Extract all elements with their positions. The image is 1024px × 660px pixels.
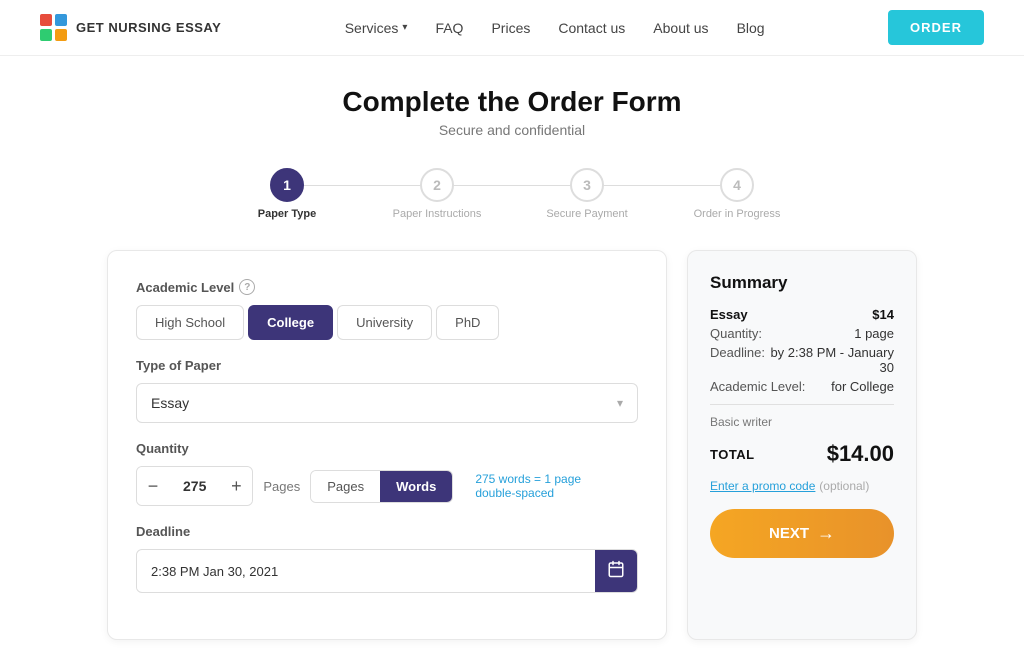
services-chevron-icon: ▾ [402, 22, 407, 33]
step-1: 1 Paper Type [212, 168, 362, 220]
page-title: Complete the Order Form [20, 86, 1004, 118]
paper-type-label: Type of Paper [136, 358, 638, 373]
level-college[interactable]: College [248, 305, 333, 340]
logo-icon [40, 14, 68, 42]
summary-qty-label: Quantity: [710, 326, 762, 341]
header: GET NURSING ESSAY Services ▾ FAQ Prices … [0, 0, 1024, 56]
deadline-input-wrap [136, 549, 638, 593]
level-high-school[interactable]: High School [136, 305, 244, 340]
qty-note-line1: 275 words = 1 page [475, 472, 581, 486]
step-label-2: Paper Instructions [393, 208, 482, 220]
logo-sq-red [40, 14, 52, 26]
step-4: 4 Order in Progress [662, 168, 812, 220]
level-university[interactable]: University [337, 305, 432, 340]
step-circle-2: 2 [420, 168, 454, 202]
quantity-control: − 275 + [136, 466, 253, 506]
step-label-3: Secure Payment [546, 208, 627, 220]
paper-type-field: Type of Paper Essay ▾ [136, 358, 638, 423]
nav-about[interactable]: About us [653, 20, 708, 36]
pages-label: Pages [263, 479, 300, 494]
calendar-icon [607, 560, 625, 583]
summary-level-value: for College [831, 379, 894, 394]
promo-optional-label: (optional) [819, 479, 869, 493]
nav-services[interactable]: Services ▾ [345, 20, 408, 36]
nav-contact[interactable]: Contact us [558, 20, 625, 36]
total-value: $14.00 [827, 441, 894, 467]
summary-essay-price: $14 [872, 307, 894, 322]
total-row: TOTAL $14.00 [710, 441, 894, 467]
paper-type-value: Essay [151, 395, 189, 411]
form-card: Academic Level ? High School College Uni… [107, 250, 667, 640]
next-arrow-icon: → [817, 523, 835, 544]
logo-text: GET NURSING ESSAY [76, 20, 221, 35]
step-label-1: Paper Type [258, 208, 317, 220]
logo-sq-green [40, 29, 52, 41]
main-nav: Services ▾ FAQ Prices Contact us About u… [345, 20, 765, 36]
academic-level-field: Academic Level ? High School College Uni… [136, 279, 638, 340]
nav-blog[interactable]: Blog [737, 20, 765, 36]
summary-level-label: Academic Level: [710, 379, 805, 394]
nav-prices[interactable]: Prices [491, 20, 530, 36]
logo-sq-yellow [55, 29, 67, 41]
logo: GET NURSING ESSAY [40, 14, 221, 42]
logo-sq-blue [55, 14, 67, 26]
quantity-field: Quantity − 275 + Pages Pages Words 275 w… [136, 441, 638, 506]
summary-qty-value: 1 page [854, 326, 894, 341]
quantity-value: 275 [169, 478, 220, 494]
paper-type-chevron-icon: ▾ [617, 396, 623, 410]
writer-note: Basic writer [710, 415, 894, 429]
stepper: 1 Paper Type 2 Paper Instructions 3 Secu… [212, 168, 812, 220]
summary-essay-label: Essay [710, 307, 748, 322]
next-button[interactable]: NEXT → [710, 509, 894, 558]
hero-subtitle: Secure and confidential [20, 122, 1004, 138]
summary-deadline-row: Deadline: by 2:38 PM - January 30 [710, 345, 894, 375]
hero-section: Complete the Order Form Secure and confi… [0, 56, 1024, 148]
step-2: 2 Paper Instructions [362, 168, 512, 220]
summary-title: Summary [710, 273, 894, 293]
step-circle-4: 4 [720, 168, 754, 202]
summary-deadline-label: Deadline: [710, 345, 765, 375]
quantity-label: Quantity [136, 441, 638, 456]
academic-level-group: High School College University PhD [136, 305, 638, 340]
deadline-calendar-button[interactable] [595, 550, 637, 592]
order-button[interactable]: ORDER [888, 10, 984, 45]
step-circle-1: 1 [270, 168, 304, 202]
nav-faq[interactable]: FAQ [435, 20, 463, 36]
summary-quantity-row: Quantity: 1 page [710, 326, 894, 341]
total-label: TOTAL [710, 447, 755, 462]
pages-toggle-button[interactable]: Pages [311, 471, 380, 502]
summary-card: Summary Essay $14 Quantity: 1 page Deadl… [687, 250, 917, 640]
qty-notes: 275 words = 1 page double-spaced [471, 472, 581, 500]
academic-level-help-icon[interactable]: ? [239, 279, 255, 295]
academic-level-label: Academic Level ? [136, 279, 638, 295]
qty-note-line2: double-spaced [475, 486, 581, 500]
words-toggle-button[interactable]: Words [380, 471, 452, 502]
quantity-row: − 275 + Pages Pages Words 275 words = 1 … [136, 466, 638, 506]
quantity-decrease-button[interactable]: − [137, 467, 169, 505]
deadline-input[interactable] [137, 553, 595, 590]
step-circle-3: 3 [570, 168, 604, 202]
summary-level-row: Academic Level: for College [710, 379, 894, 394]
main-content: Academic Level ? High School College Uni… [0, 230, 1024, 660]
step-label-4: Order in Progress [694, 208, 781, 220]
level-phd[interactable]: PhD [436, 305, 499, 340]
paper-type-select[interactable]: Essay ▾ [136, 383, 638, 423]
summary-essay-row: Essay $14 [710, 307, 894, 322]
deadline-label: Deadline [136, 524, 638, 539]
unit-toggle: Pages Words [310, 470, 453, 503]
promo-row: Enter a promo code (optional) [710, 477, 894, 493]
deadline-field: Deadline [136, 524, 638, 593]
quantity-increase-button[interactable]: + [220, 467, 252, 505]
summary-divider [710, 404, 894, 405]
next-button-label: NEXT [769, 525, 809, 542]
promo-code-link[interactable]: Enter a promo code [710, 479, 815, 493]
summary-deadline-value: by 2:38 PM - January 30 [765, 345, 894, 375]
step-3: 3 Secure Payment [512, 168, 662, 220]
